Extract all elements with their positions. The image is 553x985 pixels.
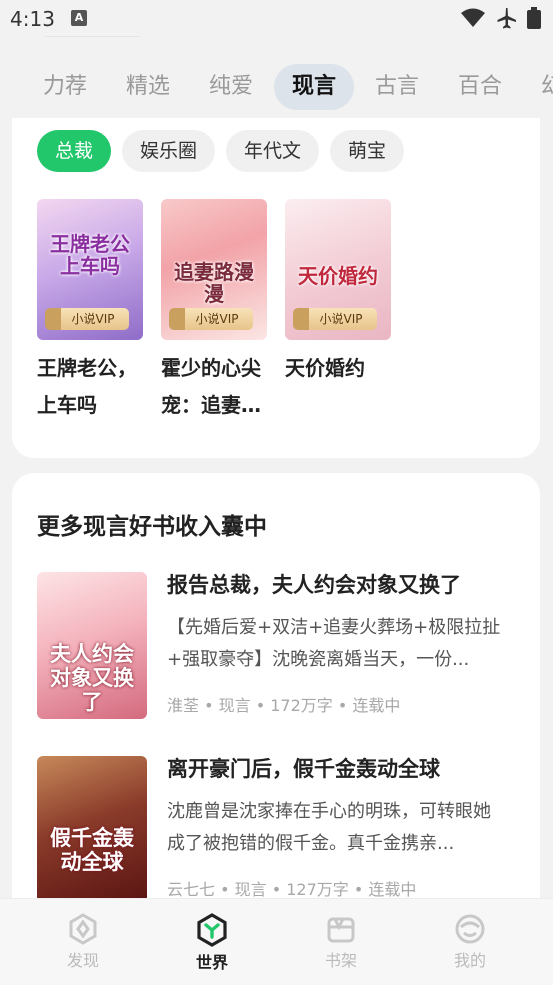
category-tabs: 力荐 精选 纯爱 现言 古言 百合 幻	[0, 64, 553, 112]
tab-baihe[interactable]: 百合	[440, 64, 520, 110]
chip-yulequan[interactable]: 娱乐圈	[122, 130, 216, 172]
list-item[interactable]: 夫人约会对象又换了 报告总裁，夫人约会对象又换了 【先婚后爱+双洁+追妻火葬场+…	[37, 572, 527, 722]
tab-xianyan[interactable]: 现言	[274, 64, 355, 110]
more-books-card: 更多现言好书收入囊中 夫人约会对象又换了 报告总裁，夫人约会对象又换了 【先婚后…	[12, 473, 540, 903]
wifi-icon	[461, 8, 485, 27]
book-cover[interactable]: 夫人约会对象又换了	[37, 572, 147, 719]
nav-label: 我的	[453, 951, 486, 970]
status-time: 4:13	[10, 7, 55, 31]
status-bar: 4:13 A	[0, 0, 553, 38]
tab-lijian[interactable]: 力荐	[25, 64, 105, 110]
a-icon: A	[71, 10, 87, 26]
tab-guyan[interactable]: 古言	[357, 64, 437, 110]
cover-title: 假千金轰动全球	[50, 825, 134, 874]
book-title[interactable]: 王牌老公，上车吗	[37, 350, 143, 424]
discover-icon	[69, 913, 97, 945]
section-title: 更多现言好书收入囊中	[37, 514, 267, 540]
featured-book[interactable]: 王牌老公上车吗 小说VIP 王牌老公，上车吗	[37, 199, 143, 424]
book-title[interactable]: 天价婚约	[285, 350, 391, 387]
airplane-icon	[497, 8, 516, 29]
nav-discover[interactable]: 发现	[38, 913, 128, 971]
nav-label: 世界	[195, 953, 228, 972]
world-icon	[197, 913, 227, 947]
chip-mengbao[interactable]: 萌宝	[330, 130, 405, 172]
book-cover[interactable]: 假千金轰动全球	[37, 756, 147, 903]
book-title[interactable]: 报告总裁，夫人约会对象又换了	[167, 569, 461, 599]
vip-badge: 小说VIP	[169, 308, 253, 330]
subcategory-chips: 总裁 娱乐圈 年代文 萌宝	[37, 130, 405, 172]
vip-badge: 小说VIP	[293, 308, 377, 330]
featured-books: 王牌老公上车吗 小说VIP 王牌老公，上车吗 追妻路漫漫 小说VIP 霍少的心尖…	[37, 199, 391, 424]
divider	[45, 36, 140, 37]
book-meta: 淮荃 • 现言 • 172万字 • 连载中	[167, 696, 401, 715]
book-cover[interactable]: 天价婚约 小说VIP	[285, 199, 391, 340]
nav-world[interactable]: 世界	[167, 913, 257, 973]
cover-title: 夫人约会对象又换了	[50, 641, 134, 714]
tab-chunai[interactable]: 纯爱	[191, 64, 271, 110]
bookshelf-icon	[327, 917, 355, 943]
nav-label: 书架	[324, 951, 357, 970]
battery-icon	[527, 7, 541, 29]
cover-title: 王牌老公上车吗	[50, 232, 130, 278]
featured-book[interactable]: 追妻路漫漫 小说VIP 霍少的心尖宠：追妻路漫漫	[161, 199, 267, 424]
book-title[interactable]: 霍少的心尖宠：追妻路漫漫	[161, 350, 267, 424]
list-item[interactable]: 假千金轰动全球 离开豪门后，假千金轰动全球 沈鹿曾是沈家捧在手心的明珠，可转眼她…	[37, 756, 527, 903]
book-description: 沈鹿曾是沈家捧在手心的明珠，可转眼她成了被抱错的假千金。真千金携亲...	[167, 801, 491, 854]
nav-bookshelf[interactable]: 书架	[296, 913, 386, 971]
book-meta: 云七七 • 现言 • 127万字 • 连载中	[167, 880, 417, 899]
tab-jingxuan[interactable]: 精选	[108, 64, 188, 110]
profile-icon	[455, 914, 485, 944]
vip-badge: 小说VIP	[45, 308, 129, 330]
book-cover[interactable]: 王牌老公上车吗 小说VIP	[37, 199, 143, 340]
nav-label: 发现	[66, 951, 99, 970]
featured-book[interactable]: 天价婚约 小说VIP 天价婚约	[285, 199, 391, 424]
featured-card: 总裁 娱乐圈 年代文 萌宝 王牌老公上车吗 小说VIP 王牌老公，上车吗 追妻路…	[12, 118, 540, 458]
nav-profile[interactable]: 我的	[425, 913, 515, 971]
tab-huan[interactable]: 幻	[523, 64, 553, 110]
book-title[interactable]: 离开豪门后，假千金轰动全球	[167, 753, 440, 783]
cover-title: 天价婚约	[298, 264, 378, 288]
book-description: 【先婚后爱+双洁+追妻火葬场+极限拉扯+强取豪夺】沈晚瓷离婚当天，一份...	[167, 617, 501, 670]
cover-title: 追妻路漫漫	[174, 260, 254, 306]
chip-zongcai[interactable]: 总裁	[37, 130, 112, 172]
book-cover[interactable]: 追妻路漫漫 小说VIP	[161, 199, 267, 340]
chip-niandaiwen[interactable]: 年代文	[226, 130, 320, 172]
bottom-nav: 发现 世界 书架 我的	[0, 898, 553, 985]
